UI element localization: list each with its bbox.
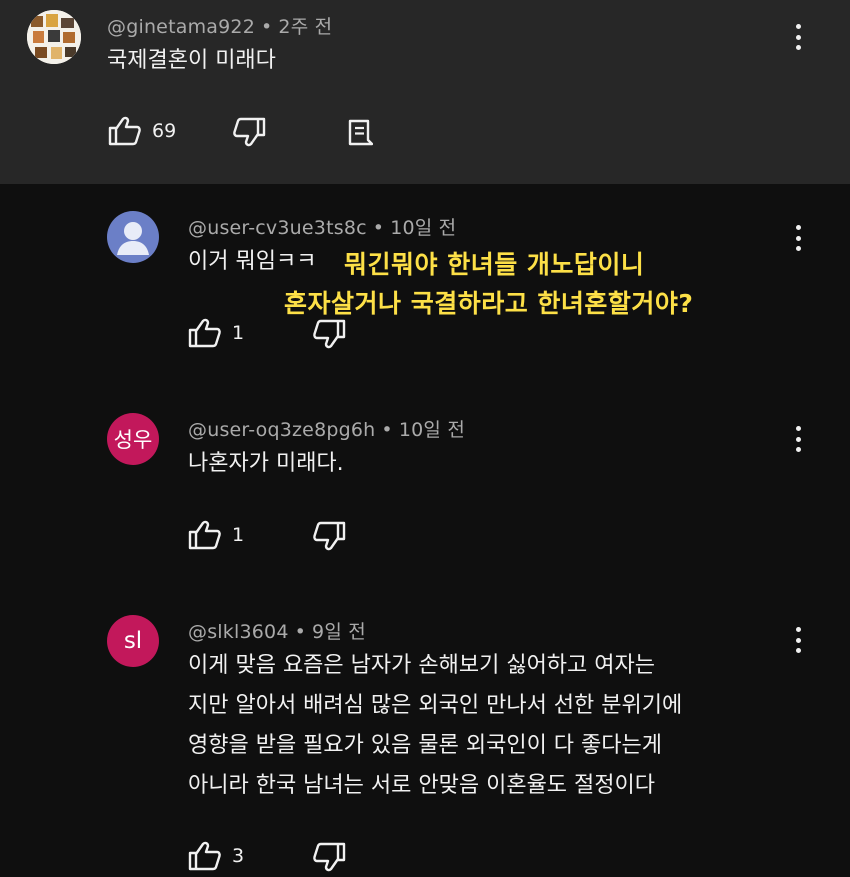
comment-author[interactable]: @slkl3604 bbox=[188, 621, 289, 643]
comment-text: 국제결혼이 미래다 bbox=[107, 41, 276, 81]
dislike-button[interactable] bbox=[312, 521, 346, 551]
comment-text: 나혼자가 미래다. bbox=[188, 444, 344, 484]
avatar-initials: 성우 bbox=[113, 428, 153, 452]
reply-icon bbox=[348, 119, 373, 146]
dislike-button[interactable] bbox=[312, 319, 346, 349]
comment-meta: @user-oq3ze8pg6h • 10일 전 bbox=[188, 415, 465, 442]
more-options-icon[interactable] bbox=[794, 24, 802, 50]
comment-time[interactable]: 2주 전 bbox=[278, 16, 332, 38]
meta-separator: • bbox=[294, 621, 307, 643]
reply-button[interactable] bbox=[347, 118, 373, 146]
like-count: 3 bbox=[232, 845, 245, 867]
avatar[interactable]: 성우 bbox=[107, 413, 159, 465]
like-count: 69 bbox=[152, 120, 177, 142]
like-icon bbox=[108, 116, 141, 146]
comment-line: 지만 알아서 배려심 많은 외국인 만나서 선한 분위기에 bbox=[188, 693, 683, 718]
dislike-button[interactable] bbox=[232, 117, 266, 147]
avatar[interactable] bbox=[107, 211, 159, 263]
dislike-icon bbox=[313, 842, 346, 872]
avatar[interactable]: sl bbox=[107, 615, 159, 667]
meta-separator: • bbox=[372, 217, 385, 239]
like-icon bbox=[188, 318, 221, 348]
overlay-caption-line: 혼자살거나 국결하라고 한녀혼할거야? bbox=[284, 289, 694, 318]
dislike-icon bbox=[313, 521, 346, 551]
like-icon bbox=[188, 841, 221, 871]
comment-line: 이거 뭐임ㅋㅋ bbox=[188, 249, 317, 274]
more-options-icon[interactable] bbox=[794, 225, 802, 251]
like-count: 1 bbox=[232, 524, 245, 546]
meta-separator: • bbox=[381, 419, 393, 441]
comment-text: 이거 뭐임ㅋㅋ bbox=[188, 242, 316, 282]
comment-time[interactable]: 10일 전 bbox=[390, 217, 456, 239]
comment-author[interactable]: @ginetama922 bbox=[107, 16, 255, 38]
comment-meta: @ginetama922 • 2주 전 bbox=[107, 12, 332, 39]
comment-line: 아니라 한국 남녀는 서로 안맞음 이혼율도 절정이다 bbox=[188, 773, 656, 798]
sticker-collage-avatar-image bbox=[27, 10, 81, 64]
parent-comment: @ginetama922 • 2주 전 국제결혼이 미래다 69 bbox=[0, 0, 850, 184]
comment-time[interactable]: 10일 전 bbox=[399, 419, 465, 441]
comment-meta: @user-cv3ue3ts8c • 10일 전 bbox=[188, 213, 456, 240]
dislike-button[interactable] bbox=[312, 842, 346, 872]
comment-line: 이게 맞음 요즘은 남자가 손해보기 싫어하고 여자는 bbox=[188, 653, 656, 678]
default-avatar-icon bbox=[117, 222, 149, 255]
comment-text: 이게 맞음 요즘은 남자가 손해보기 싫어하고 여자는 지만 알아서 배려심 많… bbox=[188, 646, 682, 806]
dislike-icon bbox=[233, 117, 266, 147]
more-options-icon[interactable] bbox=[794, 627, 802, 653]
like-count: 1 bbox=[232, 322, 245, 344]
comment-meta: @slkl3604 • 9일 전 bbox=[188, 617, 366, 644]
like-icon bbox=[188, 520, 221, 550]
comment-author[interactable]: @user-cv3ue3ts8c bbox=[188, 217, 367, 239]
like-button[interactable]: 3 bbox=[188, 841, 244, 871]
overlay-caption-line: 뭐긴뭐야 한녀들 개노답이니 bbox=[344, 250, 645, 279]
avatar[interactable] bbox=[27, 10, 81, 64]
like-button[interactable]: 69 bbox=[108, 116, 176, 146]
meta-separator: • bbox=[260, 16, 273, 38]
like-button[interactable]: 1 bbox=[188, 520, 244, 550]
comment-line: 국제결혼이 미래다 bbox=[107, 48, 276, 73]
comment-author[interactable]: @user-oq3ze8pg6h bbox=[188, 419, 375, 441]
comment-time[interactable]: 9일 전 bbox=[312, 621, 366, 643]
avatar-initials: sl bbox=[123, 628, 143, 654]
like-button[interactable]: 1 bbox=[188, 318, 244, 348]
dislike-icon bbox=[313, 319, 346, 349]
more-options-icon[interactable] bbox=[794, 426, 802, 452]
comment-line: 나혼자가 미래다. bbox=[188, 451, 344, 476]
comment-line: 영향을 받을 필요가 있음 물론 외국인이 다 좋다는게 bbox=[188, 733, 662, 758]
